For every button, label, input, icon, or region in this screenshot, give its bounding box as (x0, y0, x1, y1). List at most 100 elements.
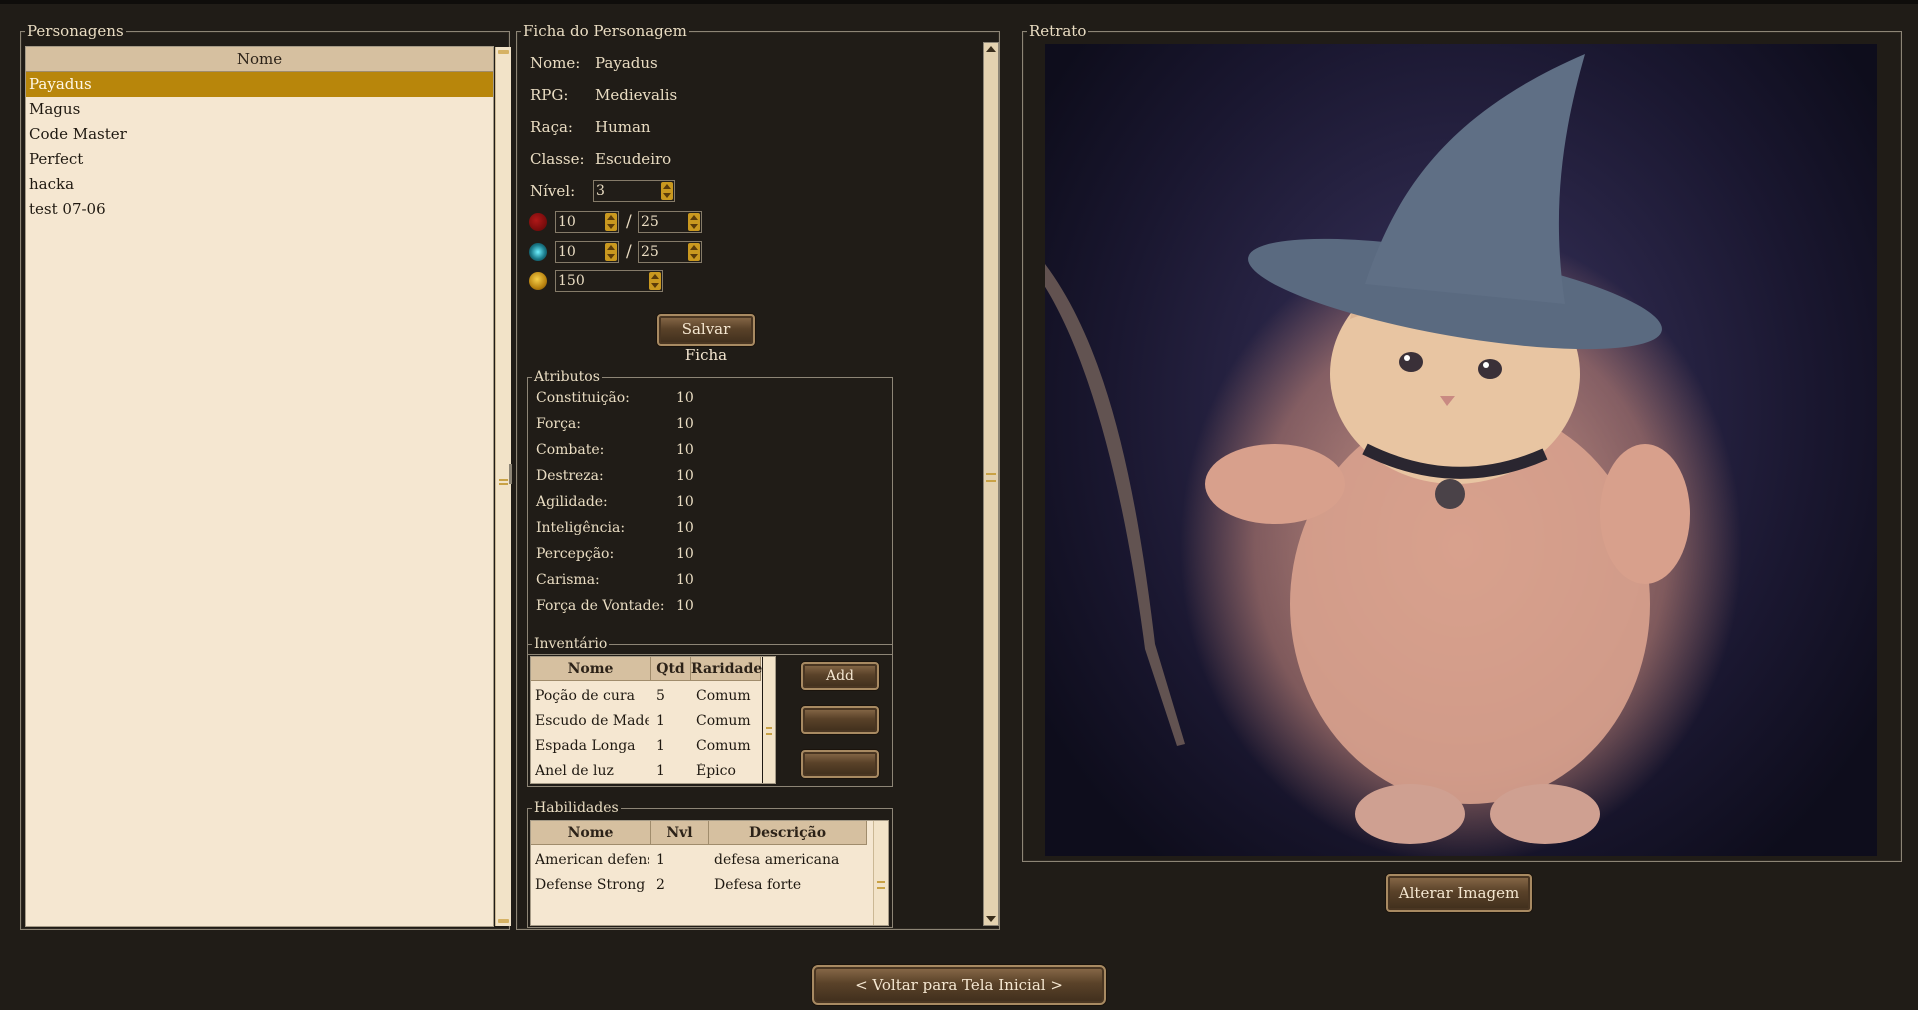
habilidade-cell[interactable]: American defens (535, 852, 649, 868)
inventario-cell[interactable]: Anel de luz (535, 763, 649, 779)
alterar-imagem-button[interactable]: Alterar Imagem (1386, 874, 1532, 912)
character-list-item[interactable]: test 07-06 (26, 197, 493, 222)
character-list-item[interactable]: hacka (26, 172, 493, 197)
inventario-cell[interactable]: Comum (696, 738, 751, 754)
scrollbar-top-cap (498, 50, 509, 54)
scroll-down-arrow-icon[interactable] (986, 916, 996, 922)
portrait-image (1045, 44, 1877, 856)
character-list-item[interactable]: Payadus (26, 72, 493, 97)
inventario-button-3[interactable] (801, 750, 879, 778)
classe-label: Classe: (530, 150, 585, 168)
atributo-nome: Inteligência: (536, 520, 626, 536)
ouro-stepper[interactable]: 150 (555, 270, 663, 292)
mana-atual-value: 10 (558, 244, 576, 260)
vida-atual-value: 10 (558, 214, 576, 230)
habilidade-cell[interactable]: Defense Strong (535, 877, 649, 893)
scroll-thumb-grip[interactable] (499, 483, 508, 485)
retrato-title: Retrato (1027, 22, 1089, 40)
col-nome-header[interactable]: Nome (531, 657, 651, 681)
atributos-group: Atributos Constituição: 10 Força: 10 Com… (527, 368, 893, 655)
wizard-cat-illustration (1045, 54, 1690, 844)
atributo-nome: Destreza: (536, 468, 604, 484)
mana-atual-stepper[interactable]: 10 (555, 241, 619, 263)
inventario-cell[interactable]: 1 (656, 713, 665, 729)
inventario-table[interactable]: Nome Qtd Raridade Poção de cura 5 Comum … (530, 656, 776, 784)
rpg-value: Medievalis (595, 86, 678, 104)
raca-label: Raça: (530, 118, 573, 136)
inventario-cell[interactable]: 5 (656, 688, 665, 704)
atributo-nome: Percepção: (536, 546, 615, 562)
stepper-arrows[interactable] (605, 243, 617, 261)
atributo-nome: Força: (536, 416, 581, 432)
panel-splitter[interactable] (509, 464, 512, 484)
raca-value: Human (595, 118, 651, 136)
atributo-nome: Carisma: (536, 572, 600, 588)
stepper-arrows[interactable] (688, 213, 700, 231)
scroll-thumb-grip[interactable] (986, 473, 996, 482)
character-list-item[interactable]: Magus (26, 97, 493, 122)
ficha-title: Ficha do Personagem (521, 22, 689, 40)
habilidades-scrollbar[interactable] (873, 821, 888, 925)
stepper-arrows[interactable] (688, 243, 700, 261)
rpg-label: RPG: (530, 86, 569, 104)
habilidade-cell[interactable]: 1 (656, 852, 665, 868)
ficha-scrollbar[interactable] (983, 42, 999, 926)
atributo-valor: 10 (676, 416, 694, 432)
mana-max-value: 25 (641, 244, 659, 260)
mana-orb-icon (529, 243, 547, 261)
ficha-panel: Ficha do Personagem Nome: Payadus RPG: M… (516, 22, 1000, 930)
habilidades-group: Habilidades Nome Nvl Descrição American … (527, 799, 893, 928)
scroll-up-arrow-icon[interactable] (986, 46, 996, 52)
mana-separator: / (626, 242, 632, 262)
atributo-valor: 10 (676, 468, 694, 484)
vida-max-value: 25 (641, 214, 659, 230)
inventario-group: Inventário Nome Qtd Raridade Poção de cu… (527, 635, 893, 787)
add-item-button[interactable]: Add (801, 662, 879, 690)
character-list-item[interactable]: Code Master (26, 122, 493, 147)
inventario-cell[interactable]: 1 (656, 738, 665, 754)
nivel-value: 3 (596, 183, 605, 199)
scroll-thumb-grip[interactable] (877, 881, 885, 889)
col-nvl-header[interactable]: Nvl (651, 821, 709, 845)
habilidade-cell[interactable]: defesa americana (714, 852, 839, 868)
mana-max-stepper[interactable]: 25 (638, 241, 702, 263)
inventario-cell[interactable]: Poção de cura (535, 688, 649, 704)
stepper-arrows[interactable] (605, 213, 617, 231)
habilidades-title: Habilidades (532, 799, 621, 817)
nome-label: Nome: (530, 54, 581, 72)
habilidade-cell[interactable]: Defesa forte (714, 877, 801, 893)
salvar-ficha-button[interactable]: Salvar Ficha (657, 314, 755, 364)
stepper-arrows[interactable] (661, 182, 673, 200)
retrato-panel: Retrato (1022, 22, 1902, 862)
inventario-cell[interactable]: Comum (696, 688, 751, 704)
col-qtd-header[interactable]: Qtd (651, 657, 691, 681)
atributo-valor: 10 (676, 390, 694, 406)
scroll-thumb-grip[interactable] (499, 479, 508, 481)
scrollbar-bottom-cap (498, 919, 509, 923)
stepper-arrows[interactable] (649, 272, 661, 290)
col-raridade-header[interactable]: Raridade (691, 657, 762, 681)
atributo-nome: Constituição: (536, 390, 630, 406)
inventario-button-2[interactable] (801, 706, 879, 734)
personagens-panel: Personagens Nome Payadus Magus Code Mast… (20, 22, 511, 930)
gold-coin-icon (529, 272, 547, 290)
character-list-item[interactable]: Perfect (26, 147, 493, 172)
character-list[interactable]: Nome Payadus Magus Code Master Perfect h… (25, 46, 511, 927)
scroll-thumb-grip[interactable] (766, 727, 772, 735)
inventario-cell[interactable]: 1 (656, 763, 665, 779)
habilidades-table[interactable]: Nome Nvl Descrição American defens 1 def… (530, 820, 889, 926)
vida-atual-stepper[interactable]: 10 (555, 211, 619, 233)
voltar-tela-inicial-button[interactable]: < Voltar para Tela Inicial > (812, 965, 1106, 1005)
inventario-cell[interactable]: Comum (696, 713, 751, 729)
inventario-cell[interactable]: Espada Longa (535, 738, 649, 754)
inventario-cell[interactable]: Escudo de Madei (535, 713, 649, 729)
vida-max-stepper[interactable]: 25 (638, 211, 702, 233)
habilidade-cell[interactable]: 2 (656, 877, 665, 893)
nivel-stepper[interactable]: 3 (593, 180, 675, 202)
inventario-scrollbar[interactable] (762, 657, 775, 783)
inventario-cell[interactable]: Épico (696, 763, 736, 779)
col-descricao-header[interactable]: Descrição (709, 821, 867, 845)
col-nome-header[interactable]: Nome (531, 821, 651, 845)
character-list-scrollbar[interactable] (495, 47, 511, 926)
character-list-header[interactable]: Nome (26, 47, 493, 72)
